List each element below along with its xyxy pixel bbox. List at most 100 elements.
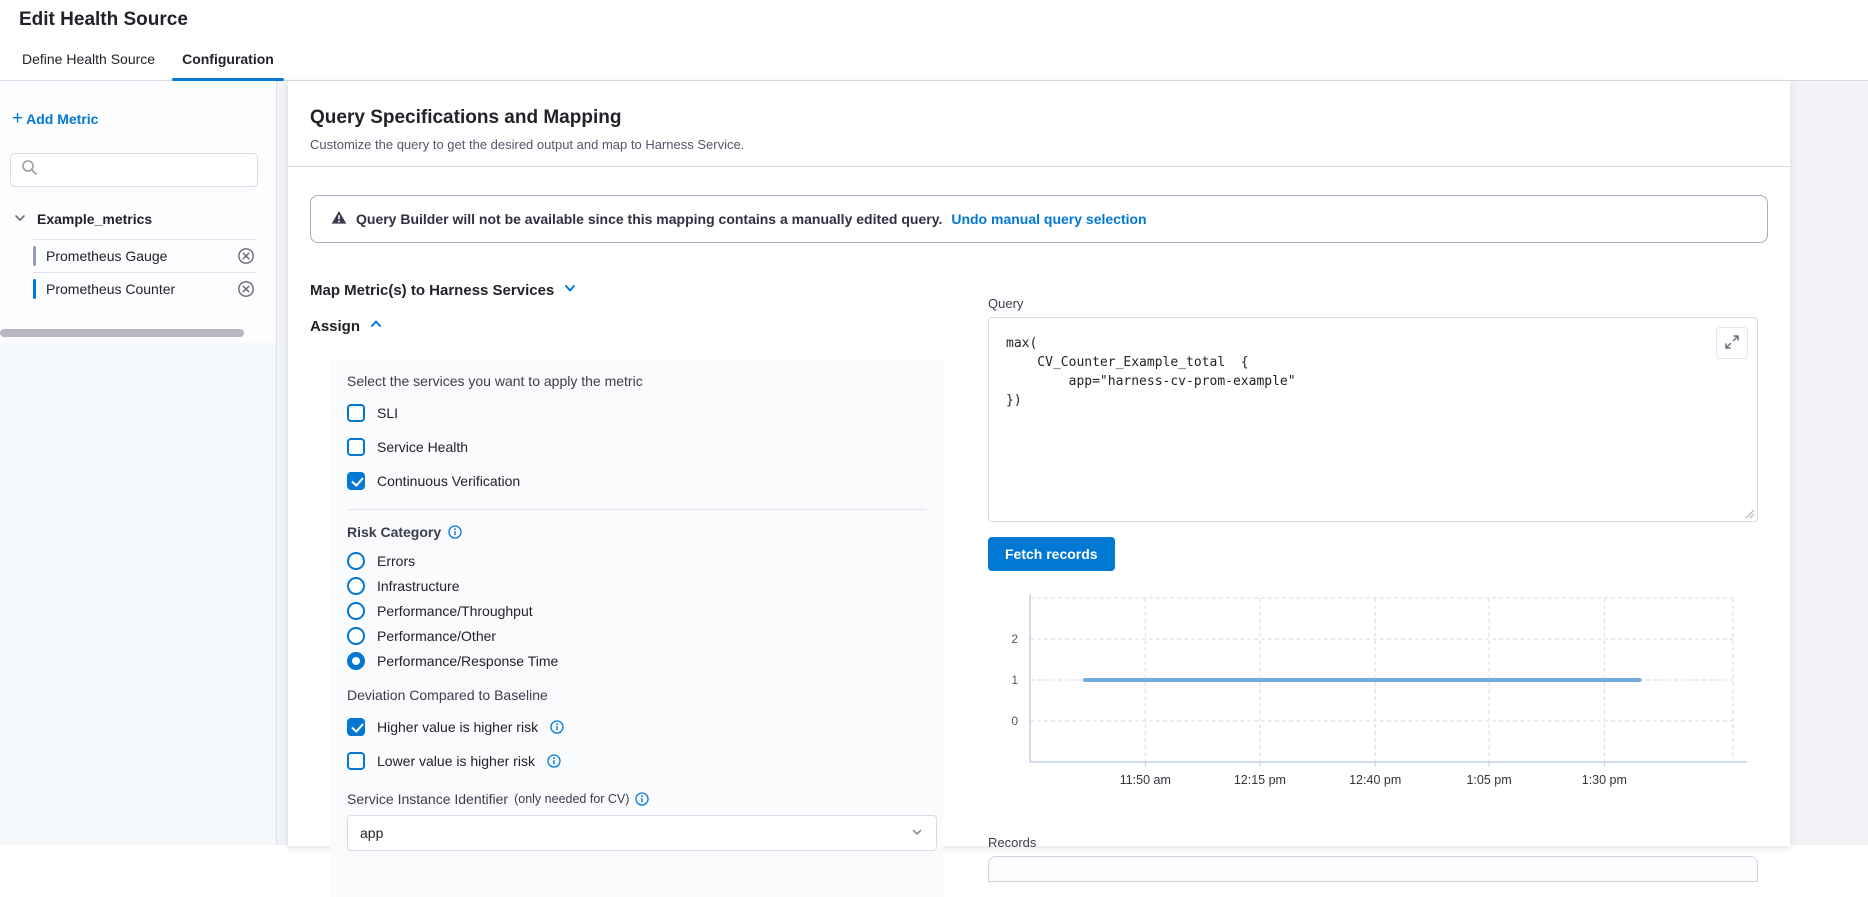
chevron-up-icon (369, 317, 383, 335)
main-area: Query Specifications and Mapping Customi… (277, 81, 1868, 845)
metric-item-label: Prometheus Gauge (46, 248, 227, 264)
metric-group-name: Example_metrics (37, 211, 152, 227)
info-icon[interactable] (635, 792, 649, 806)
service-instance-identifier-label: Service Instance Identifier (only needed… (347, 791, 943, 807)
warning-icon (331, 210, 347, 228)
panel-divider (347, 509, 926, 510)
risk-option-performance-throughput: Performance/Throughput (347, 601, 943, 621)
chevron-down-icon (563, 281, 577, 299)
risk-category-text: Risk Category (347, 524, 441, 540)
sli-label: SLI (377, 405, 398, 421)
metric-item-prometheus-gauge[interactable]: Prometheus Gauge (33, 239, 257, 272)
svg-text:12:40 pm: 12:40 pm (1349, 773, 1401, 787)
page-header: Edit Health Source (0, 0, 1868, 44)
card-subtitle: Customize the query to get the desired o… (310, 137, 1766, 152)
errors-radio[interactable] (347, 552, 365, 570)
metric-item-label: Prometheus Counter (46, 281, 227, 297)
tab-bar: Define Health Source Configuration (0, 44, 1868, 81)
card-body: Query Builder will not be available sinc… (288, 195, 1790, 897)
svg-text:0: 0 (1011, 714, 1018, 728)
performance-response-time-radio[interactable] (347, 652, 365, 670)
svg-text:1: 1 (1011, 673, 1018, 687)
tab-configuration[interactable]: Configuration (179, 51, 277, 80)
plus-icon: + (12, 112, 23, 126)
sidebar-filler (0, 343, 276, 845)
search-icon (21, 159, 38, 181)
chart-container: 21011:50 am12:15 pm12:40 pm1:05 pm1:30 p… (988, 590, 1760, 799)
services-select-label: Select the services you want to apply th… (347, 373, 943, 389)
query-specifications-card: Query Specifications and Mapping Customi… (288, 81, 1790, 846)
deviation-label: Deviation Compared to Baseline (347, 687, 943, 703)
sli-checkbox[interactable] (347, 404, 365, 422)
continuous-verification-checkbox[interactable] (347, 472, 365, 490)
service-health-checkbox[interactable] (347, 438, 365, 456)
undo-manual-query-link[interactable]: Undo manual query selection (951, 211, 1146, 227)
metric-list: Prometheus Gauge Prometheus Counter (33, 239, 257, 305)
svg-text:12:15 pm: 12:15 pm (1234, 773, 1286, 787)
risk-option-infrastructure: Infrastructure (347, 576, 943, 596)
svg-text:2: 2 (1011, 632, 1018, 646)
svg-text:1:30 pm: 1:30 pm (1582, 773, 1627, 787)
performance-other-label: Performance/Other (377, 628, 496, 644)
query-builder-warning-banner: Query Builder will not be available sinc… (310, 195, 1768, 243)
sidebar-horizontal-scrollbar[interactable] (0, 329, 244, 337)
card-divider (288, 166, 1790, 167)
remove-metric-icon[interactable] (237, 247, 255, 265)
records-panel (988, 856, 1758, 882)
lower-risk-checkbox[interactable] (347, 752, 365, 770)
records-label: Records (988, 835, 1760, 850)
risk-option-errors: Errors (347, 551, 943, 571)
performance-throughput-radio[interactable] (347, 602, 365, 620)
card-header: Query Specifications and Mapping Customi… (288, 81, 1790, 152)
add-metric-button[interactable]: + Add Metric (12, 111, 98, 127)
expand-query-button[interactable] (1716, 327, 1748, 359)
query-code[interactable]: max( CV_Counter_Example_total { app="har… (989, 318, 1757, 410)
map-metrics-header-label: Map Metric(s) to Harness Services (310, 282, 554, 299)
metric-tree: Example_metrics Prometheus Gauge Prometh… (0, 207, 276, 305)
infrastructure-radio[interactable] (347, 577, 365, 595)
service-option-sli: SLI (347, 403, 943, 423)
fetch-records-button[interactable]: Fetch records (988, 537, 1115, 571)
infrastructure-label: Infrastructure (377, 578, 459, 594)
content-layout: + Add Metric Example_metrics (0, 81, 1868, 845)
metric-accent-bar (33, 279, 36, 299)
query-editor[interactable]: max( CV_Counter_Example_total { app="har… (988, 317, 1758, 522)
deviation-option-higher: Higher value is higher risk (347, 717, 943, 737)
risk-option-performance-response-time: Performance/Response Time (347, 651, 943, 671)
service-option-continuous-verification: Continuous Verification (347, 471, 943, 491)
info-icon[interactable] (550, 720, 564, 734)
remove-metric-icon[interactable] (237, 280, 255, 298)
assign-panel: Select the services you want to apply th… (330, 359, 943, 897)
service-instance-value: app (360, 825, 910, 841)
errors-label: Errors (377, 553, 415, 569)
lower-risk-label: Lower value is higher risk (377, 753, 535, 769)
higher-risk-label: Higher value is higher risk (377, 719, 538, 735)
svg-text:11:50 am: 11:50 am (1120, 773, 1171, 787)
higher-risk-checkbox[interactable] (347, 718, 365, 736)
resize-handle[interactable] (1743, 507, 1755, 519)
metric-item-prometheus-counter[interactable]: Prometheus Counter (33, 272, 257, 305)
metrics-sidebar: + Add Metric Example_metrics (0, 81, 277, 845)
tab-define-health-source[interactable]: Define Health Source (19, 51, 158, 80)
query-results-chart: 21011:50 am12:15 pm12:40 pm1:05 pm1:30 p… (988, 590, 1760, 794)
query-column: Query max( CV_Counter_Example_total { ap… (988, 296, 1760, 882)
metrics-sidebar-content: + Add Metric Example_metrics (0, 81, 276, 343)
add-metric-label: Add Metric (26, 111, 98, 127)
service-health-label: Service Health (377, 439, 468, 455)
continuous-verification-label: Continuous Verification (377, 473, 520, 489)
info-icon[interactable] (448, 525, 462, 539)
chevron-down-icon (910, 825, 924, 842)
metric-accent-bar (33, 246, 36, 266)
performance-other-radio[interactable] (347, 627, 365, 645)
risk-option-performance-other: Performance/Other (347, 626, 943, 646)
risk-category-label: Risk Category (347, 524, 943, 540)
metric-group-header[interactable]: Example_metrics (0, 207, 276, 231)
info-icon[interactable] (547, 754, 561, 768)
metric-search-input[interactable] (46, 161, 247, 179)
metric-search-box[interactable] (10, 153, 258, 187)
service-instance-dropdown[interactable]: app (347, 815, 937, 851)
card-title: Query Specifications and Mapping (310, 107, 1766, 129)
warning-message: Query Builder will not be available sinc… (356, 211, 942, 227)
sii-note: (only needed for CV) (514, 792, 629, 806)
expand-icon (1724, 334, 1740, 353)
